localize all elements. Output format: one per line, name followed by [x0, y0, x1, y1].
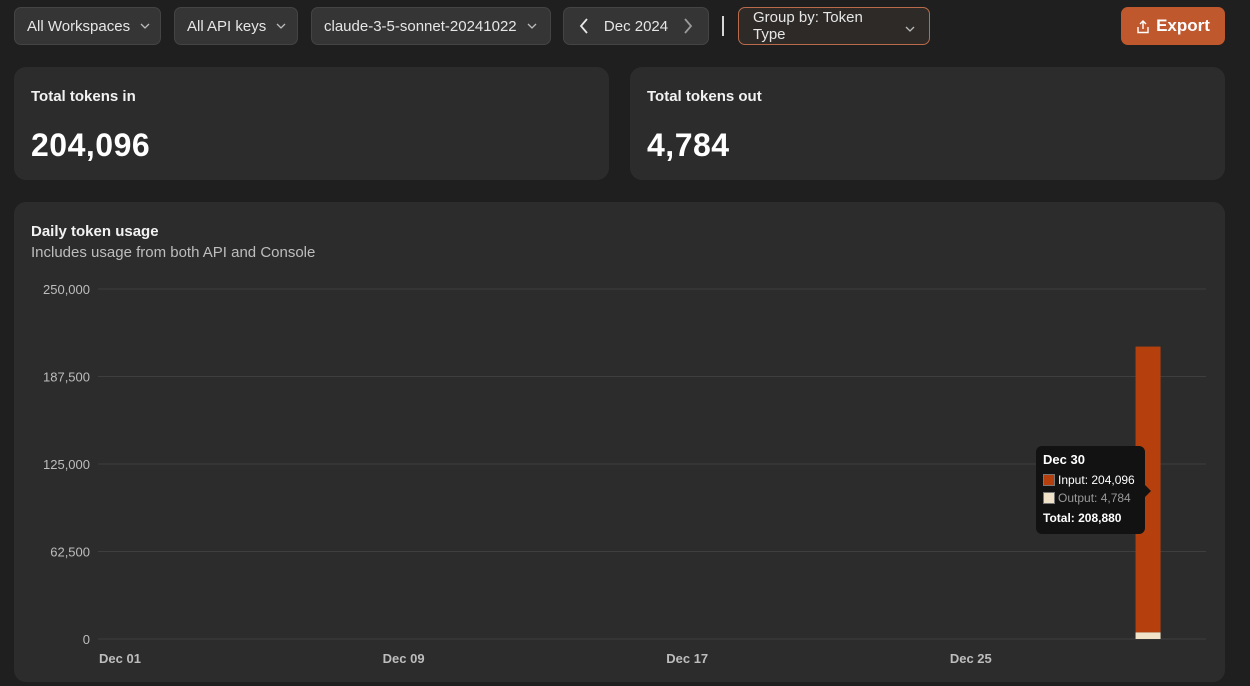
tooltip-total: Total: 208,880: [1043, 511, 1122, 525]
tokens-out-label: Total tokens out: [647, 88, 762, 105]
month-label: Dec 2024: [603, 17, 669, 35]
tokens-in-value: 204,096: [31, 127, 151, 163]
daily-usage-chart: 250,000 187,500 125,000 62,500 0 Dec 01 Dec 09…: [43, 282, 1206, 666]
tokens-out-card: Total tokens out 4,784: [630, 67, 1225, 180]
y-tick-label: 62,500: [50, 545, 90, 560]
api-keys-dropdown[interactable]: All API keys: [174, 7, 298, 45]
month-picker: Dec 2024: [563, 7, 709, 45]
model-dropdown[interactable]: claude-3-5-sonnet-20241022: [311, 7, 551, 45]
x-tick-label: Dec 09: [383, 651, 425, 666]
tooltip-date: Dec 30: [1043, 452, 1085, 467]
chevron-down-icon: [140, 21, 150, 31]
tooltip-input: Input: 204,096: [1058, 473, 1135, 487]
group-by-dropdown[interactable]: Group by: Token Type: [738, 7, 930, 45]
y-tick-label: 125,000: [43, 457, 90, 472]
workspaces-label: All Workspaces: [27, 17, 131, 35]
y-tick-label: 250,000: [43, 282, 90, 297]
toolbar: All Workspaces All API keys claude-3-5-s…: [14, 7, 1225, 45]
previous-month-icon[interactable]: [578, 17, 590, 35]
tokens-in-label: Total tokens in: [31, 88, 136, 105]
export-label: Export: [1156, 16, 1210, 35]
next-month-icon[interactable]: [682, 17, 694, 35]
group-by-label: Group by: Token Type: [753, 9, 863, 43]
x-tick-label: Dec 01: [99, 651, 141, 666]
input-swatch: [1043, 474, 1055, 486]
chevron-down-icon: [905, 21, 915, 32]
bar-output: [1135, 632, 1161, 639]
x-tick-label: Dec 25: [950, 651, 992, 666]
export-button[interactable]: Export: [1121, 7, 1225, 45]
upload-icon: [1136, 19, 1150, 34]
workspaces-dropdown[interactable]: All Workspaces: [14, 7, 161, 45]
tooltip-output: Output: 4,784: [1058, 491, 1131, 505]
y-tick-label: 0: [83, 632, 90, 647]
tokens-in-card: Total tokens in 204,096: [14, 67, 609, 180]
chevron-down-icon: [527, 21, 537, 31]
daily-usage-card: Daily token usage Includes usage from bo…: [14, 202, 1225, 682]
output-swatch: [1043, 492, 1055, 504]
tokens-out-value: 4,784: [647, 127, 730, 163]
api-keys-label: All API keys: [187, 17, 267, 35]
y-tick-label: 187,500: [43, 370, 90, 385]
chevron-down-icon: [276, 21, 286, 31]
chart-tooltip: Dec 30 Input: 204,096 Output: 4,784 Tota…: [1036, 446, 1151, 534]
toolbar-separator: [722, 16, 724, 36]
x-tick-label: Dec 17: [666, 651, 708, 666]
model-label: claude-3-5-sonnet-20241022: [324, 17, 517, 35]
